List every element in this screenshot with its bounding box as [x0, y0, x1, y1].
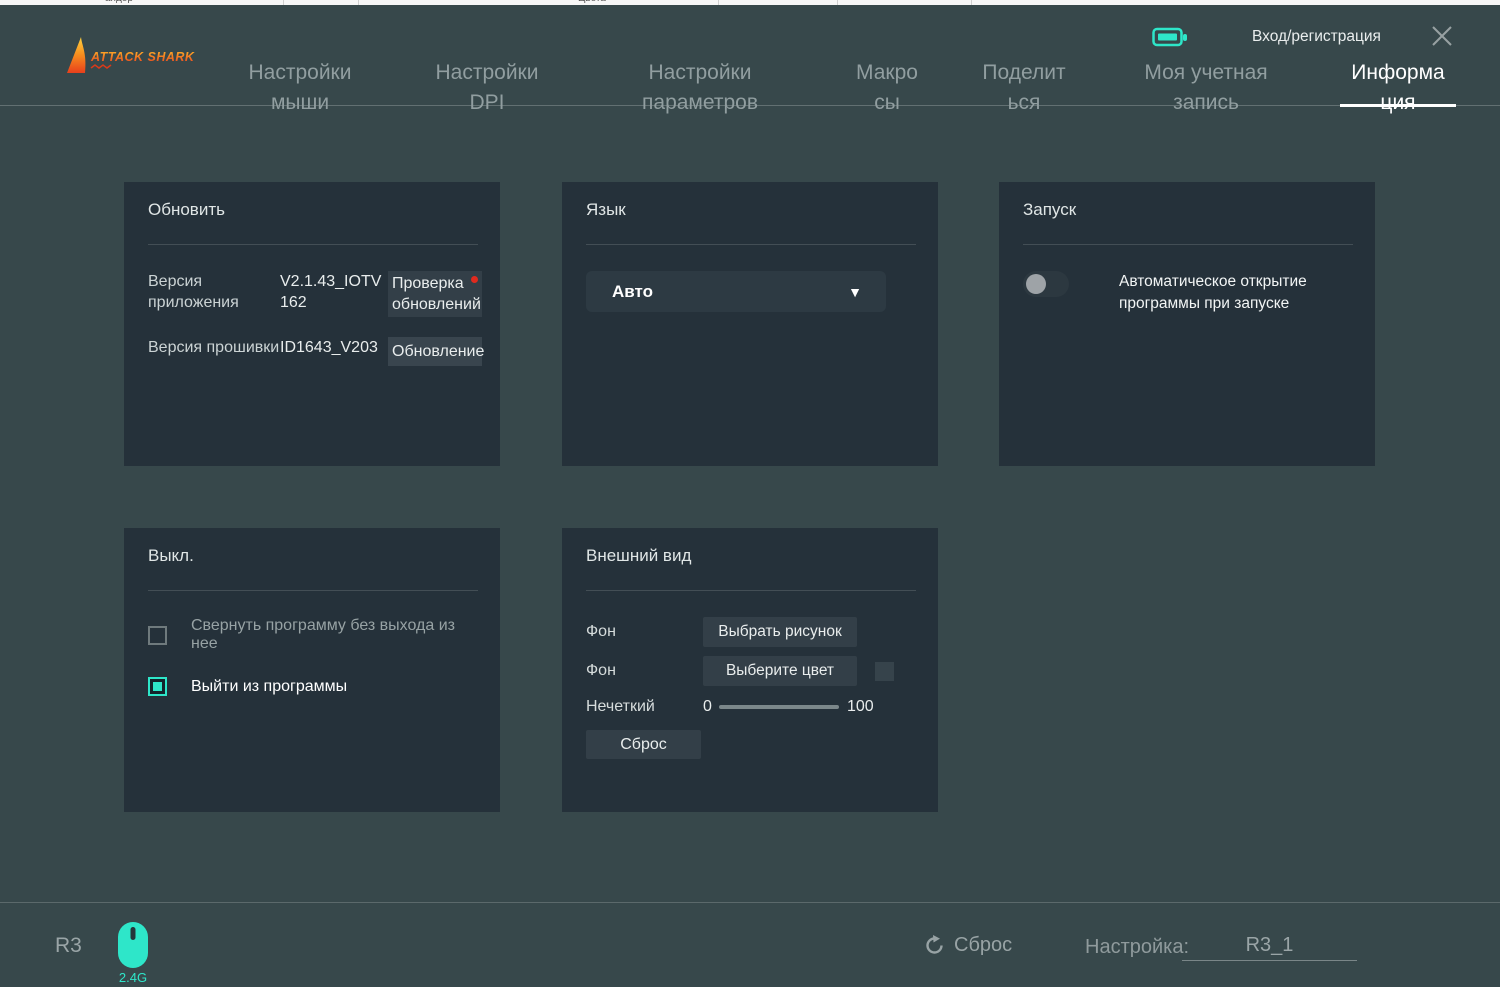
footer-bar: R3 2.4G Сброс Настройка: R3_1	[0, 902, 1500, 987]
tab-dpi-settings[interactable]: Настройки DPI	[402, 58, 572, 118]
autostart-row: Автоматическое открытие программы при за…	[1023, 271, 1353, 315]
minimize-option[interactable]: Свернуть программу без выхода из нее	[148, 617, 478, 653]
app-window: апдер Цвета	[0, 0, 1500, 987]
divider	[586, 590, 916, 591]
mouse-icon	[118, 922, 148, 968]
update-available-badge	[471, 276, 478, 283]
blur-row: Нечеткий 0 100	[586, 698, 916, 716]
language-select[interactable]: Авто ▼	[586, 271, 886, 312]
connected-device[interactable]: 2.4G	[118, 922, 148, 985]
color-swatch[interactable]	[875, 662, 894, 681]
tab-mouse-settings[interactable]: Настройки мыши	[215, 58, 385, 118]
choose-color-button[interactable]: Выберите цвет	[703, 656, 857, 686]
firmware-version-value: ID1643_V203	[280, 337, 388, 358]
tab-parameter-settings[interactable]: Настройки параметров	[615, 58, 785, 118]
profile-label: Настройка:	[1085, 936, 1189, 959]
card-title: Выкл.	[148, 546, 478, 566]
background-image-row: Фон Выбрать рисунок	[586, 617, 916, 647]
checkbox-checked	[148, 677, 167, 696]
zigzag-underline	[91, 65, 111, 68]
header-bar: ATTACK SHARK Настройки мыши Настройки DP…	[0, 5, 1500, 106]
tab-share[interactable]: Поделит ься	[974, 58, 1074, 118]
reset-button[interactable]: Сброс	[924, 934, 1012, 957]
background-label: Фон	[586, 623, 703, 641]
autostart-label: Автоматическое открытие программы при за…	[1119, 271, 1353, 315]
chevron-down-icon: ▼	[848, 284, 862, 300]
connection-type: 2.4G	[118, 970, 148, 985]
tab-my-account[interactable]: Моя учетная запись	[1116, 58, 1296, 118]
appearance-reset-button[interactable]: Сброс	[586, 730, 701, 759]
choose-image-button[interactable]: Выбрать рисунок	[703, 617, 857, 647]
divider	[586, 244, 916, 245]
checkbox-unchecked	[148, 626, 167, 645]
tab-macros[interactable]: Макро сы	[837, 58, 937, 118]
attack-shark-logo: ATTACK SHARK	[60, 31, 200, 88]
slider-max-value: 100	[847, 698, 874, 716]
card-power-off: Выкл. Свернуть программу без выхода из н…	[124, 528, 500, 812]
app-version-label: Версия приложения	[148, 271, 280, 317]
card-appearance: Внешний вид Фон Выбрать рисунок Фон Выбе…	[562, 528, 938, 812]
card-language: Язык Авто ▼	[562, 182, 938, 466]
slider-min-value: 0	[703, 698, 719, 716]
firmware-version-row: Версия прошивки ID1643_V203 Обновление	[148, 337, 478, 366]
divider	[148, 244, 478, 245]
close-icon[interactable]	[1428, 22, 1456, 50]
app-version-row: Версия приложения V2.1.43_IOTV162 Провер…	[148, 271, 478, 317]
reset-label: Сброс	[954, 934, 1012, 957]
profile-name-input[interactable]: R3_1	[1182, 929, 1357, 961]
tab-underline	[1340, 104, 1456, 107]
card-launch: Запуск Автоматическое открытие программы…	[999, 182, 1375, 466]
firmware-update-button[interactable]: Обновление	[388, 337, 482, 366]
card-update: Обновить Версия приложения V2.1.43_IOTV1…	[124, 182, 500, 466]
card-title: Внешний вид	[586, 546, 916, 566]
blur-slider[interactable]	[719, 705, 839, 709]
divider	[148, 590, 478, 591]
battery-icon	[1152, 27, 1188, 54]
clipped-text-fragment: Цвета	[578, 0, 606, 4]
login-register-link[interactable]: Вход/регистрация	[1252, 28, 1381, 46]
card-title: Язык	[586, 200, 916, 220]
refresh-icon	[924, 935, 945, 956]
divider	[1023, 244, 1353, 245]
card-title: Обновить	[148, 200, 478, 220]
shark-fin-icon	[67, 37, 85, 73]
clipped-text-fragment: апдер	[105, 0, 133, 4]
language-selected-value: Авто	[612, 282, 653, 302]
background-label: Фон	[586, 662, 703, 680]
tab-information[interactable]: Информа ция	[1313, 58, 1483, 118]
blur-label: Нечеткий	[586, 698, 703, 716]
background-color-row: Фон Выберите цвет	[586, 656, 916, 686]
firmware-version-label: Версия прошивки	[148, 337, 280, 358]
card-title: Запуск	[1023, 200, 1353, 220]
exit-option[interactable]: Выйти из программы	[148, 677, 478, 696]
check-updates-button[interactable]: Проверка обновлений	[388, 271, 482, 317]
autostart-toggle[interactable]	[1023, 271, 1069, 297]
brand-text: ATTACK SHARK	[90, 50, 195, 64]
app-version-value: V2.1.43_IOTV162	[280, 271, 388, 317]
device-name: R3	[55, 934, 82, 958]
scroll-wheel-slot	[131, 927, 136, 940]
toggle-knob	[1026, 274, 1046, 294]
